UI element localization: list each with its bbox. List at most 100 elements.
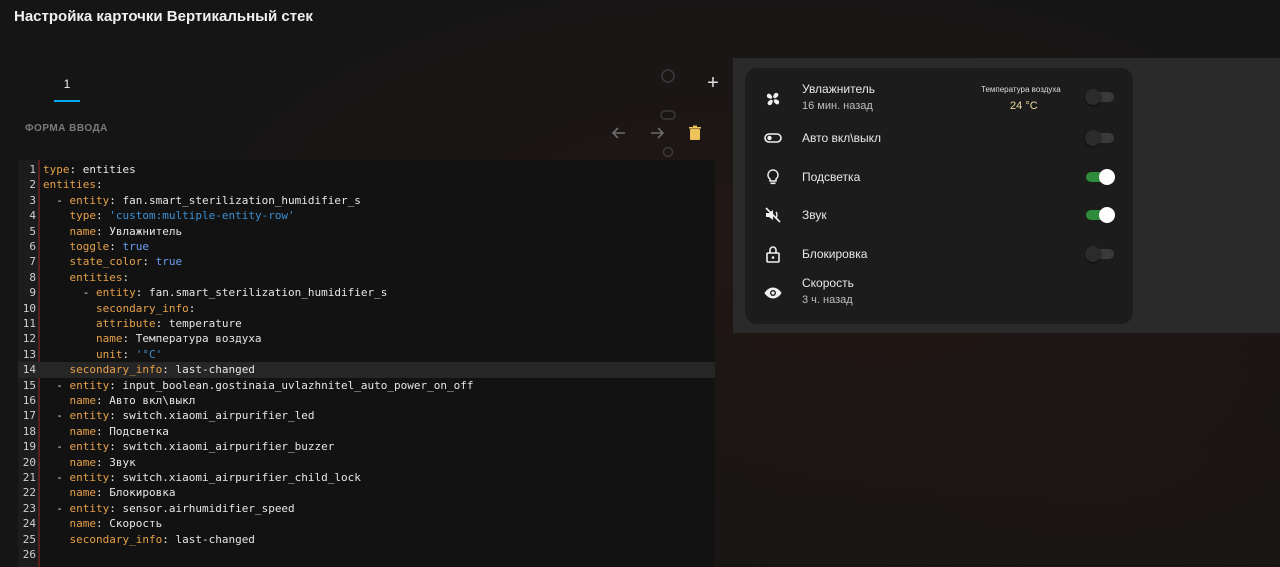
code-token: name <box>69 224 97 238</box>
line-number: 20 <box>22 455 36 469</box>
tab-1[interactable]: 1 <box>56 77 78 91</box>
code-line[interactable]: 10 secondary_info: <box>18 301 715 316</box>
entity-row[interactable]: Блокировка <box>745 235 1133 273</box>
line-number: 23 <box>22 501 36 515</box>
line-number: 21 <box>22 471 36 484</box>
code-token: name <box>69 424 97 438</box>
code-line[interactable]: 14 secondary_info: last-changed <box>18 362 715 378</box>
code-token: : last-changed <box>162 532 255 546</box>
code-line[interactable]: 21 - entity: switch.xiaomi_airpurifier_c… <box>18 470 715 485</box>
line-number: 18 <box>22 424 36 438</box>
code-line[interactable]: 19 - entity: switch.xiaomi_airpurifier_b… <box>18 439 715 454</box>
add-card-button[interactable]: + <box>703 73 723 93</box>
code-token: entity <box>69 378 110 392</box>
code-line[interactable]: 15 - entity: input_boolean.gostinaia_uvl… <box>18 378 715 393</box>
code-token: true <box>122 240 150 253</box>
code-line[interactable]: 20 name: Звук <box>18 455 715 470</box>
yaml-code-editor[interactable]: 1 type: entities 2 entities: 3 - entity: fan… <box>18 160 715 567</box>
code-token: entities <box>69 270 123 284</box>
code-token: : fan.smart_sterilization_humidifier_s <box>109 193 361 207</box>
code-line[interactable]: 22 name: Блокировка <box>18 485 715 500</box>
page-title: Настройка карточки Вертикальный стек <box>14 8 313 25</box>
code-token: entity <box>69 409 110 423</box>
code-line[interactable]: 26 <box>18 547 715 562</box>
entity-row[interactable]: Увлажнитель 16 мин. назад <box>745 80 1133 118</box>
attribute-value: 24 °C <box>1010 100 1038 112</box>
code-line[interactable]: 9 - entity: fan.smart_sterilization_humi… <box>18 285 715 300</box>
code-token: entity <box>69 440 110 454</box>
entity-secondary-info: 16 мин. назад <box>802 100 873 112</box>
entity-row[interactable]: Скорость 3 ч. назад <box>745 274 1133 312</box>
code-text: - entity: switch.xiaomi_airpurifier_buzz… <box>43 439 334 454</box>
entity-toggle[interactable] <box>1085 246 1114 262</box>
code-token: true <box>155 255 183 269</box>
move-right-button[interactable] <box>646 122 668 144</box>
entity-row[interactable]: Авто вкл\выкл <box>745 119 1133 157</box>
code-token: type <box>69 209 97 223</box>
code-line[interactable]: 2 entities: <box>18 177 715 192</box>
entity-toggle[interactable] <box>1086 169 1115 185</box>
entity-row[interactable]: Звук <box>745 196 1133 234</box>
entity-secondary-info: 3 ч. назад <box>802 294 853 306</box>
code-line[interactable]: 5 name: Увлажнитель <box>18 224 715 239</box>
code-token: : switch.xiaomi_airpurifier_led <box>109 409 315 423</box>
code-line[interactable]: 8 entities: <box>18 270 715 285</box>
code-line[interactable]: 4 type: 'custom:multiple-entity-row' <box>18 208 715 223</box>
code-line[interactable]: 11 attribute: temperature <box>18 316 715 331</box>
code-text: unit: '°C' <box>43 347 162 362</box>
code-text: type: entities <box>43 162 136 177</box>
code-line[interactable]: 3 - entity: fan.smart_sterilization_humi… <box>18 193 715 208</box>
line-number: 12 <box>22 332 36 346</box>
line-number: 15 <box>22 378 36 392</box>
code-text: secondary_info: <box>43 301 195 316</box>
code-token: : Авто вкл\выкл <box>96 394 196 407</box>
code-token: entity <box>69 471 110 484</box>
toggle-switch-icon <box>660 110 676 120</box>
entity-toggle[interactable] <box>1085 130 1114 146</box>
form-section-label: ФОРМА ВВОДА <box>25 123 108 134</box>
code-token: : input_boolean.gostinaia_uvlazhnitel_au… <box>109 378 474 392</box>
code-token: : fan.smart_sterilization_humidifier_s <box>135 286 388 300</box>
entities-card-preview: Увлажнитель 16 мин. назад Температура возд… <box>745 68 1133 324</box>
code-token: entities <box>43 178 96 192</box>
code-text: secondary_info: last-changed <box>43 532 255 547</box>
code-token: name <box>95 332 123 346</box>
entity-toggle[interactable] <box>1085 89 1114 105</box>
code-line[interactable]: 1 type: entities <box>18 162 715 177</box>
code-token: : switch.xiaomi_airpurifier_buzzer <box>109 440 335 454</box>
code-line[interactable]: 16 name: Авто вкл\выкл <box>18 393 715 408</box>
code-line[interactable]: 12 name: Температура воздуха <box>18 331 715 346</box>
code-line[interactable]: 7 state_color: true <box>18 254 715 269</box>
code-line[interactable]: 6 toggle: true <box>18 239 715 254</box>
code-token: name <box>69 394 97 407</box>
code-token: entity <box>95 286 136 300</box>
code-token: : entities <box>69 163 136 176</box>
code-text: - entity: fan.smart_sterilization_humidi… <box>43 285 388 300</box>
code-line[interactable]: 18 name: Подсветка <box>18 424 715 439</box>
code-line[interactable]: 25 secondary_info: last-changed <box>18 532 715 547</box>
entity-row[interactable]: Подсветка <box>745 158 1133 196</box>
code-line[interactable]: 13 unit: '°C' <box>18 347 715 362</box>
entity-toggle[interactable] <box>1086 207 1115 223</box>
code-token: : <box>122 347 136 361</box>
code-token: - <box>43 193 70 207</box>
line-number: 13 <box>22 347 36 361</box>
line-number: 10 <box>22 301 36 315</box>
lightbulb-icon <box>767 169 779 185</box>
delete-button[interactable] <box>684 122 706 144</box>
code-line[interactable]: 17 - entity: switch.xiaomi_airpurifier_l… <box>18 408 715 423</box>
move-left-button[interactable] <box>608 122 630 144</box>
code-token: : Температура воздуха <box>122 332 262 346</box>
tab-active-indicator <box>54 100 80 102</box>
code-text: name: Температура воздуха <box>43 331 262 346</box>
line-number: 3 <box>29 193 36 207</box>
code-line[interactable]: 24 name: Скорость <box>18 516 715 531</box>
code-line[interactable]: 23 - entity: sensor.airhumidifier_speed <box>18 501 715 516</box>
code-token: - <box>43 286 96 300</box>
